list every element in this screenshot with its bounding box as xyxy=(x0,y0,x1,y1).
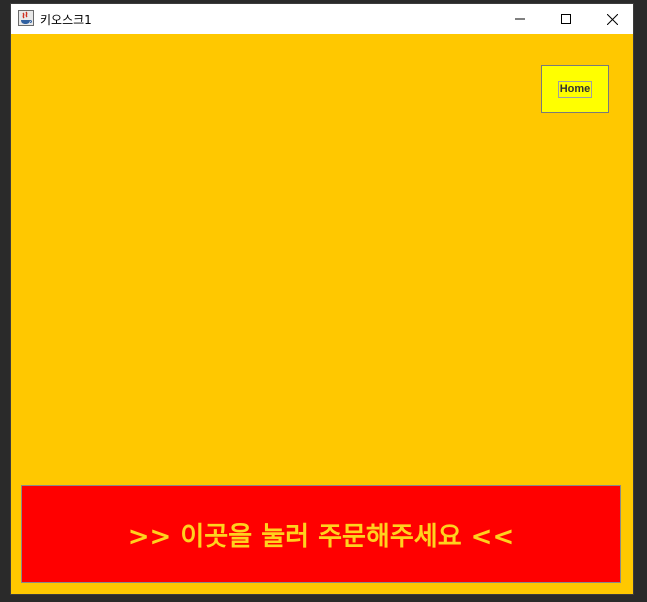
window-title: 키오스크1 xyxy=(40,13,92,27)
maximize-icon xyxy=(561,14,571,24)
order-button-label: >> 이곳을 눌러 주문해주세요 << xyxy=(127,521,515,552)
content-panel: Home >> 이곳을 눌러 주문해주세요 << xyxy=(11,34,633,594)
close-icon xyxy=(606,13,618,25)
title-bar[interactable]: 키오스크1 xyxy=(11,4,633,34)
home-button[interactable]: Home xyxy=(541,65,609,113)
home-button-label: Home xyxy=(557,80,593,98)
maximize-button[interactable] xyxy=(543,4,589,34)
desktop: 키오스크1 Home >> 이곳을 눌러 주문해주세요 << xyxy=(0,0,647,602)
minimize-button[interactable] xyxy=(497,4,543,34)
close-button[interactable] xyxy=(589,4,635,34)
order-button[interactable]: >> 이곳을 눌러 주문해주세요 << xyxy=(21,485,621,583)
java-app-icon xyxy=(18,10,34,26)
kiosk-window: 키오스크1 Home >> 이곳을 눌러 주문해주세요 << xyxy=(10,3,634,595)
minimize-icon xyxy=(515,18,525,20)
